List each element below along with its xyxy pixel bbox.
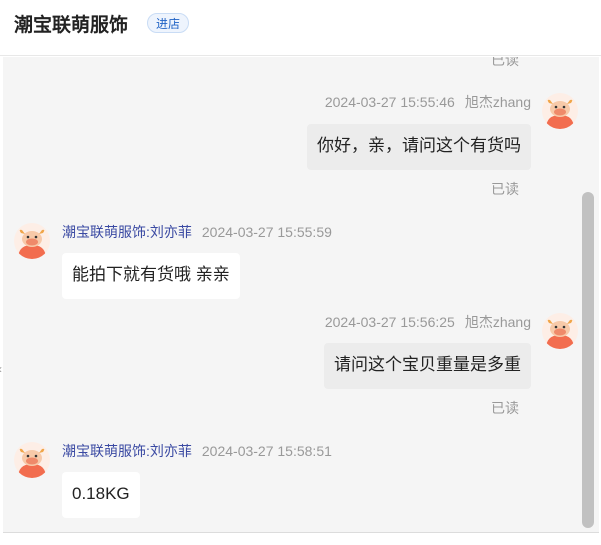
read-receipt: 已读 — [491, 400, 519, 416]
message-time: 2024-03-27 15:55:59 — [201, 224, 332, 240]
chat-header: 潮宝联萌服饰 进店 — [0, 0, 601, 56]
sender-name: 旭杰zhang — [464, 314, 531, 330]
message-bubble[interactable]: 0.18KG — [62, 472, 140, 518]
cow-avatar-icon — [546, 319, 574, 349]
footer-strip — [0, 533, 601, 545]
chat-scrollbar[interactable] — [582, 192, 594, 528]
cow-avatar-icon — [546, 99, 574, 129]
sender-name[interactable]: 潮宝联萌服饰:刘亦菲 — [62, 224, 192, 240]
cow-avatar-icon — [18, 229, 46, 259]
chevron-left-icon[interactable]: ‹ — [0, 362, 2, 376]
message-time: 2024-03-27 15:56:25 — [324, 314, 455, 330]
sender-name: 旭杰zhang — [464, 94, 531, 110]
enter-shop-button[interactable]: 进店 — [147, 13, 190, 33]
read-receipt: 已读 — [491, 57, 519, 68]
message-bubble[interactable]: 你好，亲，请问这个有货吗 — [307, 124, 531, 170]
message-meta: 潮宝联萌服饰:刘亦菲 2024-03-27 15:58:51 — [62, 442, 332, 460]
message-meta: 2024-03-27 15:55:46 旭杰zhang — [325, 93, 531, 111]
message-time: 2024-03-27 15:55:46 — [324, 94, 455, 110]
message-meta: 2024-03-27 15:56:25 旭杰zhang — [325, 313, 531, 331]
avatar[interactable] — [14, 442, 50, 478]
read-receipt: 已读 — [491, 181, 519, 197]
chat-message-area[interactable]: 已读 2024-03-27 15:55:46 旭杰zhang 你好，亲，请问这个有… — [3, 57, 599, 532]
avatar[interactable] — [542, 93, 578, 129]
message-bubble[interactable]: 能拍下就有货哦 亲亲 — [62, 253, 240, 299]
message-time: 2024-03-27 15:58:51 — [201, 443, 332, 459]
avatar[interactable] — [542, 313, 578, 349]
sender-name[interactable]: 潮宝联萌服饰:刘亦菲 — [62, 443, 192, 459]
message-meta: 潮宝联萌服饰:刘亦菲 2024-03-27 15:55:59 — [62, 223, 332, 241]
shop-name[interactable]: 潮宝联萌服饰 — [14, 14, 128, 38]
message-bubble[interactable]: 请问这个宝贝重量是多重 — [324, 343, 531, 389]
cow-avatar-icon — [18, 448, 46, 478]
avatar[interactable] — [14, 223, 50, 259]
